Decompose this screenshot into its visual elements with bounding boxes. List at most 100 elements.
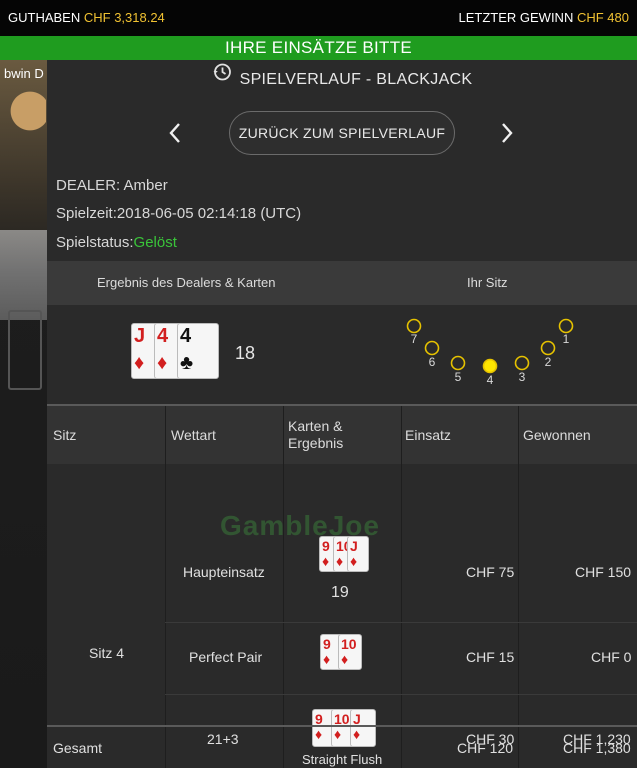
table-felt: [0, 230, 47, 320]
total-stake: CHF 120: [457, 740, 514, 756]
card-rank: 10: [341, 636, 357, 652]
seat-number: 5: [455, 370, 462, 384]
card-suit-icon: ♦: [315, 726, 323, 742]
seat-marker: [406, 318, 422, 334]
card-suit-icon: ♦: [134, 352, 145, 374]
last-win-label: LETZTER GEWINN: [458, 10, 574, 25]
dealer-score: 18: [235, 343, 256, 363]
top-bar: GUTHABEN CHF 3,318.24 LETZTER GEWINN CHF…: [0, 0, 637, 36]
history-icon: [212, 58, 232, 98]
card-rank: 4: [157, 325, 169, 347]
seat-number: 7: [411, 332, 418, 346]
bets-table-header: Sitz Wettart Karten & Ergebnis Einsatz G…: [47, 406, 637, 464]
seat-marker: [424, 340, 440, 356]
seat-number: 6: [429, 355, 436, 369]
chevron-right-icon: [502, 123, 513, 143]
results-header: Ergebnis des Dealers & Karten Ihr Sitz: [47, 261, 637, 305]
header-cards-line1: Karten &: [288, 418, 343, 434]
game-time: Spielzeit:2018-06-05 02:14:18 (UTC): [56, 205, 302, 222]
bet-result: Straight Flush: [302, 752, 383, 767]
seat-marker: [540, 340, 556, 356]
game-status-label: Spielstatus:: [56, 234, 134, 251]
bet-type-cell: Perfect Pair: [189, 649, 263, 665]
total-won: CHF 1,380: [563, 740, 631, 756]
last-win: LETZTER GEWINN CHF 480: [459, 10, 630, 25]
card-suit-icon: ♣: [180, 352, 194, 374]
header-won: Gewonnen: [523, 427, 591, 443]
place-bets-banner: IHRE EINSÄTZE BITTE: [0, 36, 637, 60]
won-cell: CHF 150: [575, 564, 632, 580]
stake-cell: CHF 75: [466, 564, 515, 580]
seat-number: 3: [519, 370, 526, 384]
bet-type-cell: Haupteinsatz: [183, 564, 265, 580]
panel-title: SPIELVERLAUF - BLACKJACK: [47, 60, 637, 100]
dealer-name: DEALER: Amber: [56, 177, 168, 194]
won-cell: CHF 0: [591, 649, 632, 665]
bet-cards: 9 ♦ 10 ♦ J ♦: [312, 709, 376, 747]
card-suit-icon: ♦: [322, 553, 330, 569]
column-divider: [518, 406, 519, 768]
game-status: Spielstatus:Gelöst: [56, 234, 177, 251]
back-to-history-button[interactable]: ZURÜCK ZUM SPIELVERLAUF: [229, 111, 455, 155]
total-divider: [47, 725, 637, 727]
column-divider: [165, 406, 166, 768]
header-stake: Einsatz: [405, 427, 451, 443]
card-suit-icon: ♦: [341, 651, 349, 667]
bet-cards: 9 ♦ 10 ♦ J ♦: [319, 536, 369, 572]
row-divider: [165, 622, 637, 623]
balance: GUTHABEN CHF 3,318.24: [8, 10, 165, 25]
card-suit-icon: ♦: [334, 726, 342, 742]
live-video-feed: bwin D: [0, 60, 47, 768]
bet-cards: 9 ♦ 10 ♦: [320, 634, 362, 670]
seat-number: 2: [545, 355, 552, 369]
bet-type-cell: 21+3: [207, 731, 239, 747]
card-rank: 9: [322, 538, 330, 554]
card-suit-icon: ♦: [350, 553, 358, 569]
total-label: Gesamt: [53, 740, 103, 756]
playing-card: 10 ♦: [338, 634, 362, 670]
seat-marker: [558, 318, 574, 334]
card-rank: 4: [180, 325, 192, 347]
row-divider: [165, 694, 637, 695]
header-seat: Sitz: [53, 427, 77, 443]
seat-number: 4: [487, 373, 494, 387]
seat-number-cell: Sitz 4: [89, 645, 125, 661]
card-rank: J: [350, 538, 358, 554]
game-history-panel: SPIELVERLAUF - BLACKJACK ZURÜCK ZUM SPIE…: [47, 60, 637, 768]
next-round-button[interactable]: [495, 118, 519, 148]
dealer-cards: J ♦ 4 ♦ 4 ♣: [131, 323, 219, 379]
playing-card: 4 ♣: [177, 323, 219, 379]
card-rank: 9: [323, 636, 331, 652]
seat-map: 76 5 4 3 21: [406, 318, 574, 387]
your-seat-heading: Ihr Sitz: [467, 275, 508, 290]
card-suit-icon: ♦: [353, 726, 361, 742]
last-win-value: CHF 480: [576, 10, 629, 25]
playing-card: J ♦: [350, 709, 376, 747]
card-suit-icon: ♦: [336, 553, 344, 569]
seat-marker: [514, 355, 530, 371]
card-shoe: [8, 310, 42, 390]
column-divider: [283, 406, 284, 768]
game-status-value: Gelöst: [133, 234, 177, 251]
dealer-video-figure: [6, 90, 46, 160]
balance-value: CHF 3,318.24: [83, 10, 165, 25]
chevron-left-icon: [169, 123, 180, 143]
seat-marker: [450, 355, 466, 371]
dealer-result-heading: Ergebnis des Dealers & Karten: [97, 275, 276, 290]
balance-label: GUTHABEN: [8, 10, 81, 25]
header-bet-type: Wettart: [171, 427, 216, 443]
seat-marker-active: [482, 358, 498, 374]
panel-title-text: SPIELVERLAUF - BLACKJACK: [239, 71, 473, 88]
card-suit-icon: ♦: [323, 651, 331, 667]
card-suit-icon: ♦: [157, 352, 168, 374]
previous-round-button[interactable]: [163, 118, 187, 148]
stake-cell: CHF 15: [466, 649, 515, 665]
dealer-result-row: J ♦ 4 ♦ 4 ♣ 18 7654321: [47, 305, 637, 405]
column-divider: [401, 406, 402, 768]
seat-number: 1: [563, 332, 570, 346]
bet-result: 19: [331, 584, 349, 601]
history-navigation: ZURÜCK ZUM SPIELVERLAUF: [47, 110, 637, 156]
header-cards-line2: Ergebnis: [288, 435, 344, 451]
video-caption: bwin D: [4, 66, 44, 81]
card-rank: J: [134, 325, 146, 347]
